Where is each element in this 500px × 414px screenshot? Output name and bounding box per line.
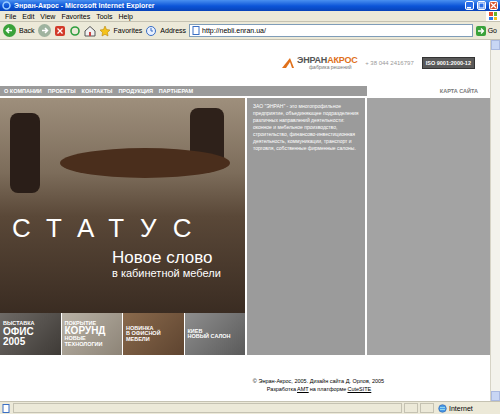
zone-label: Internet [449,405,473,412]
tile-line: КОРУНД [65,326,120,336]
main-area: СТАТУС Новое словов кабинетной мебели ВЫСТ… [0,98,490,355]
iso-badge: ISO 9001:2000-12 [422,57,475,69]
nav-right: КАРТА САЙТА [367,86,490,96]
menu-bar: FileEditViewFavoritesToolsHelp [0,11,500,22]
nav-link[interactable]: ПАРТНЕРАМ [159,88,193,94]
scroll-down-button[interactable] [491,391,500,401]
banner-title: СТАТУС [0,214,245,243]
banner-line: Новое слово [0,249,245,268]
nav-link[interactable]: КОНТАКТЫ [82,88,113,94]
tile-line: ТЕХНОЛОГИИ [65,342,120,348]
nav-link[interactable]: ПРОЕКТЫ [48,88,76,94]
scrollbar[interactable] [490,40,500,401]
tile-line: ОФИС [3,327,58,337]
address-label: Address [160,27,186,34]
about-panel: ЗАО "ЭНРАН" - это многопрофильное предпр… [247,98,365,355]
status-bar: Internet [0,401,500,414]
scroll-up-button[interactable] [491,40,500,50]
history-icon [145,25,157,37]
logo-name: ЭНРАНАКРОС [297,56,358,65]
site-footer: © Энран-Акрос, 2005. Дизайн сайта Д. Орл… [0,377,385,394]
menu-item[interactable]: Tools [93,13,115,20]
site-header: ЭНРАНАКРОСфабрика решений + 38 044 241679… [0,40,490,86]
site-logo[interactable]: ЭНРАНАКРОСфабрика решений [281,56,358,70]
address-value[interactable]: http://nebli.enran.ua/ [202,27,266,34]
page-icon [192,26,200,35]
minimize-button[interactable] [465,1,474,10]
status-segment [420,403,434,413]
nav-links: О КОМПАНИИ ПРОЕКТЫ КОНТАКТЫ ПРОДУКЦИЯ ПАРТНЕ… [0,86,367,96]
logo-wedge-icon [281,57,295,69]
browser-viewport: ЭНРАНАКРОСфабрика решений + 38 044 241679… [0,40,500,401]
go-arrow-icon [476,26,486,36]
flag-part [494,17,498,21]
menu-item[interactable]: Help [116,13,136,20]
promo-tile[interactable]: НОВИНКАВ ОФИСНОЙМЕБЕЛИ [123,313,184,355]
promo-tile[interactable]: ПОКРЫТИЕКОРУНДНОВЫЕТЕХНОЛОГИИ [62,313,123,355]
nav-bar: О КОМПАНИИ ПРОЕКТЫ КОНТАКТЫ ПРОДУКЦИЯ ПАРТНЕ… [0,86,490,96]
left-column: СТАТУС Новое словов кабинетной мебели ВЫСТ… [0,98,245,355]
menu-item[interactable]: Favorites [58,13,93,20]
refresh-icon [69,25,81,37]
favorites-star-icon [99,25,111,37]
forward-arrow-icon[interactable] [38,24,51,37]
desk-shape [60,148,230,178]
favorites-button[interactable]: Favorites [114,27,143,34]
address-field[interactable]: http://nebli.enran.ua/ [189,24,473,37]
nav-link[interactable]: О КОМПАНИИ [4,88,42,94]
tile-line: НОВЫЙ САЛОН [188,334,243,340]
go-label[interactable]: Go [488,27,497,34]
zone: Internet [436,404,498,413]
sitemap-link[interactable]: КАРТА САЙТА [440,88,478,94]
back-button[interactable]: Back [19,27,35,34]
promo-tile[interactable]: КИЕВНОВЫЙ САЛОН [185,313,246,355]
phone-number: + 38 044 2416797 [362,60,418,66]
chair-shape [10,113,40,193]
page-icon [2,404,11,413]
credits-text: Разработка [267,386,296,392]
right-panel [367,98,490,355]
tile-line: МЕБЕЛИ [126,337,181,343]
logo-part1: ЭНРАН [297,55,327,65]
close-button[interactable] [489,1,498,10]
copyright: © Энран-Акрос, 2005. Дизайн сайта Д. Орл… [252,377,385,385]
nav-link[interactable]: ПРОДУКЦИЯ [118,88,152,94]
menu-item[interactable]: Edit [19,13,37,20]
back-arrow-icon[interactable] [3,24,16,37]
tile-line: 2005 [3,337,58,347]
flag-part [494,12,498,16]
toolbar: Back Favorites Address http://nebli.enran.u… [0,22,500,40]
logo-text: ЭНРАНАКРОСфабрика решений [297,56,358,70]
windows-logo-icon [486,11,500,21]
logo-part2: АКРОС [327,55,357,65]
about-text: ЗАО "ЭНРАН" - это многопрофильное предпр… [253,103,359,152]
status-segment [404,403,418,413]
window-title: Энран-Акрос - Microsoft Internet Explore… [14,2,462,9]
banner-line: в кабинетной мебели [0,267,245,279]
amt-link[interactable]: АМТ [297,386,309,392]
title-bar: Энран-Акрос - Microsoft Internet Explore… [0,0,500,11]
flag-part [489,17,493,21]
globe-icon [438,404,447,413]
ie-icon [2,1,11,10]
flag-part [489,12,493,16]
cutesite-link[interactable]: CuteSITE [347,386,371,392]
credits: РазработкаАМТна платформеCuteSITE [252,385,385,393]
maximize-button[interactable] [477,1,486,10]
home-icon [84,25,96,37]
banner[interactable]: СТАТУС Новое словов кабинетной мебели [0,98,245,313]
go-button[interactable]: Go [476,26,497,36]
menu-item[interactable]: View [37,13,58,20]
promo-tiles: ВЫСТАВКАОФИС2005ПОКРЫТИЕКОРУНДНОВЫЕТЕХНО… [0,313,245,355]
web-page: ЭНРАНАКРОСфабрика решений + 38 044 241679… [0,40,490,401]
stop-icon [54,25,66,37]
credits-text: на платформе [310,386,347,392]
menu-item[interactable]: File [2,13,19,20]
logo-tagline: фабрика решений [297,65,358,70]
status-segment [13,403,402,413]
promo-tile[interactable]: ВЫСТАВКАОФИС2005 [0,313,61,355]
